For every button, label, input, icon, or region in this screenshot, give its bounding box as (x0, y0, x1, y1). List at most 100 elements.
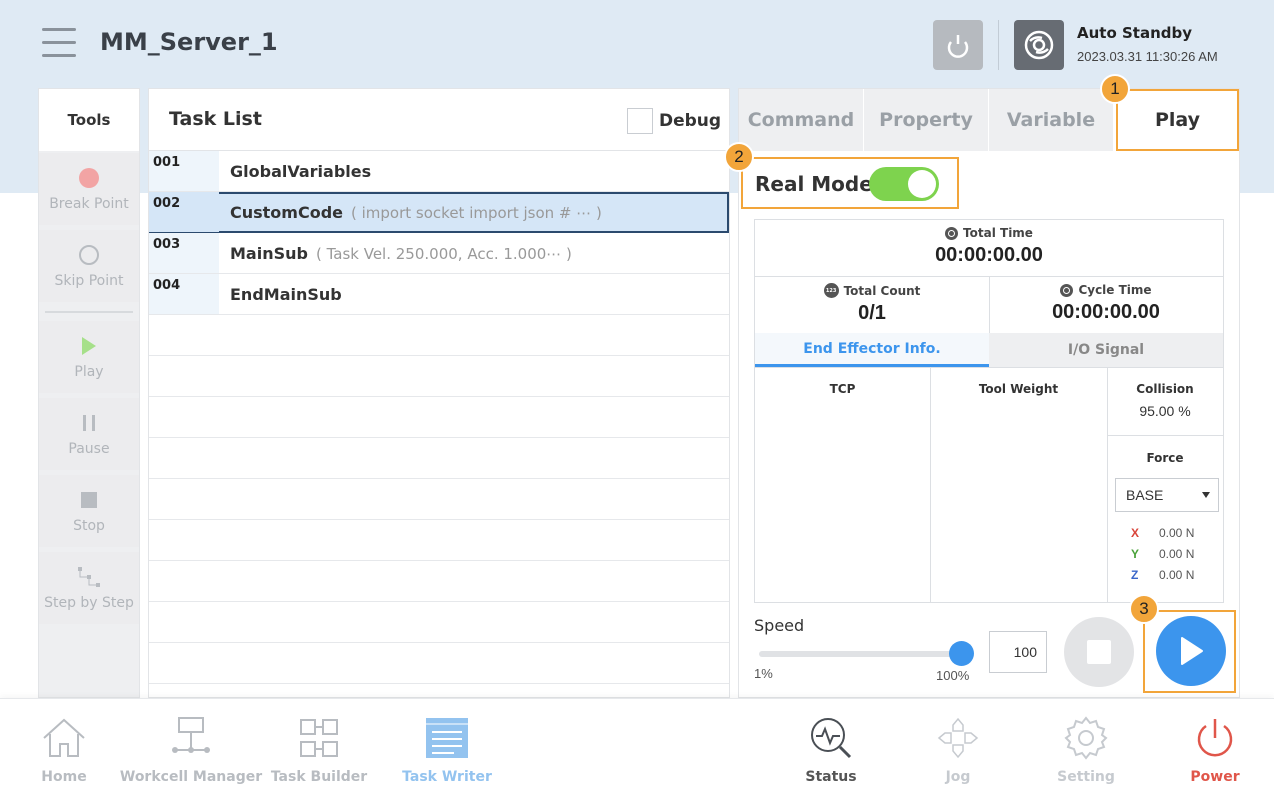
refresh-button[interactable] (933, 20, 983, 70)
empty-row (149, 438, 729, 479)
stop-button[interactable] (1064, 617, 1134, 687)
play-button[interactable] (1156, 616, 1226, 686)
stop-icon (81, 492, 97, 508)
tab-command[interactable]: Command (739, 89, 864, 151)
nav-setting[interactable]: Setting (1051, 699, 1121, 796)
tcp-label: TCP (829, 382, 856, 396)
tools-title: Tools (39, 89, 139, 151)
callout-badge-1: 1 (1100, 74, 1130, 104)
task-row-number: 004 (149, 274, 219, 314)
play-button-highlight (1143, 610, 1236, 693)
pause-icon (83, 415, 95, 431)
force-x: X 0.00 N (1131, 526, 1195, 540)
pause-tool-label: Pause (68, 441, 110, 457)
tab-variable[interactable]: Variable (989, 89, 1114, 151)
force-z: Z 0.00 N (1131, 568, 1195, 582)
empty-row (149, 643, 729, 684)
play-tool-button[interactable]: Play (39, 321, 139, 393)
real-mode-toggle[interactable] (869, 167, 939, 201)
task-row[interactable]: 003 MainSub( Task Vel. 250.000, Acc. 1.0… (149, 233, 729, 274)
speed-input[interactable]: 100 (989, 631, 1047, 673)
break-point-button[interactable]: Break Point (39, 153, 139, 225)
real-mode-label: Real Mode (755, 172, 873, 196)
debug-checkbox[interactable] (627, 108, 653, 134)
total-count-cell: 123 Total Count 0/1 (755, 283, 989, 325)
step-by-step-label: Step by Step (44, 595, 134, 611)
empty-row (149, 479, 729, 520)
jog-icon (937, 717, 979, 759)
total-count-label: Total Count (843, 283, 921, 298)
stop-tool-button[interactable]: Stop (39, 475, 139, 547)
speed-slider-track[interactable] (759, 651, 963, 657)
task-list-title: Task List (169, 108, 262, 130)
nav-task-builder[interactable]: Task Builder (270, 699, 368, 796)
break-point-label: Break Point (49, 196, 129, 212)
task-list-header: Task List Debug (149, 89, 729, 151)
skip-point-label: Skip Point (54, 273, 124, 289)
play-panel: Command Property Variable Play Real Mode… (738, 88, 1240, 698)
task-row-name: MainSub( Task Vel. 250.000, Acc. 1.000⋯ … (230, 244, 572, 263)
empty-row (149, 520, 729, 561)
tool-weight-label: Tool Weight (978, 382, 1059, 396)
task-row-selected[interactable]: 002 CustomCode( import socket import jso… (149, 192, 729, 233)
nav-jog[interactable]: Jog (923, 699, 993, 796)
nav-home[interactable]: Home (24, 699, 104, 796)
gear-icon (1064, 716, 1108, 760)
task-row-name: GlobalVariables (230, 162, 372, 181)
skip-point-button[interactable]: Skip Point (39, 230, 139, 302)
tab-play[interactable]: Play (1116, 89, 1239, 151)
step-by-step-button[interactable]: Step by Step (39, 552, 139, 624)
nav-workcell-manager[interactable]: Workcell Manager (120, 699, 262, 796)
nav-status[interactable]: Status (796, 699, 866, 796)
task-row[interactable]: 004 EndMainSub (149, 274, 729, 315)
menu-icon[interactable] (42, 28, 76, 58)
divider (930, 367, 931, 603)
speed-label: Speed (754, 616, 805, 635)
nav-power[interactable]: Power (1180, 699, 1250, 796)
play-icon (1181, 637, 1203, 665)
total-time-value: 00:00:00.00 (935, 244, 1043, 266)
tools-separator (45, 311, 133, 313)
task-row-number: 003 (149, 233, 219, 273)
task-writer-icon (426, 718, 468, 758)
total-time-label: Total Time (963, 226, 1033, 240)
task-row-description: ( import socket import json # ⋯ ) (351, 204, 602, 222)
speed-max-label: 100% (936, 668, 970, 683)
cycle-clock-icon (1060, 283, 1074, 297)
subtab-io-signal[interactable]: I/O Signal (989, 333, 1223, 367)
robot-status-icon[interactable] (1014, 20, 1064, 70)
robot-status-time: 2023.03.31 11:30:26 AM (1077, 49, 1218, 64)
speed-slider-thumb[interactable] (949, 641, 974, 666)
divider (755, 367, 1223, 368)
nav-task-writer[interactable]: Task Writer (400, 699, 494, 796)
workcell-icon (172, 717, 210, 753)
task-row[interactable]: 001 GlobalVariables (149, 151, 729, 192)
header-divider (998, 20, 999, 70)
bottom-navigation: Home Workcell Manager Task Builder Task … (0, 698, 1274, 796)
refresh-icon (947, 35, 969, 58)
pause-tool-button[interactable]: Pause (39, 398, 139, 470)
task-list-panel: Task List Debug 001 GlobalVariables 002 … (148, 88, 730, 698)
subtab-end-effector[interactable]: End Effector Info. (755, 333, 989, 367)
empty-row (149, 356, 729, 397)
callout-badge-3: 3 (1129, 594, 1159, 624)
stop-tool-label: Stop (73, 518, 105, 534)
cycle-time-label: Cycle Time (1078, 283, 1152, 297)
force-frame-select[interactable]: BASE (1115, 478, 1219, 512)
empty-row (149, 561, 729, 602)
task-row-number: 001 (149, 151, 219, 191)
empty-row (149, 397, 729, 438)
right-tabs: Command Property Variable Play (739, 89, 1239, 151)
play-tool-label: Play (74, 364, 104, 380)
task-row-description: ( Task Vel. 250.000, Acc. 1.000⋯ ) (315, 245, 572, 263)
status-icon (811, 718, 852, 759)
collision-value: 95.00 % (1139, 403, 1191, 419)
real-mode-section: Real Mode (741, 157, 959, 209)
stop-icon (1087, 640, 1111, 664)
tab-property[interactable]: Property (864, 89, 989, 151)
step-icon (78, 567, 100, 587)
power-icon (1197, 719, 1233, 757)
play-icon (82, 337, 96, 355)
clock-icon (945, 226, 959, 240)
break-point-icon (79, 168, 99, 188)
